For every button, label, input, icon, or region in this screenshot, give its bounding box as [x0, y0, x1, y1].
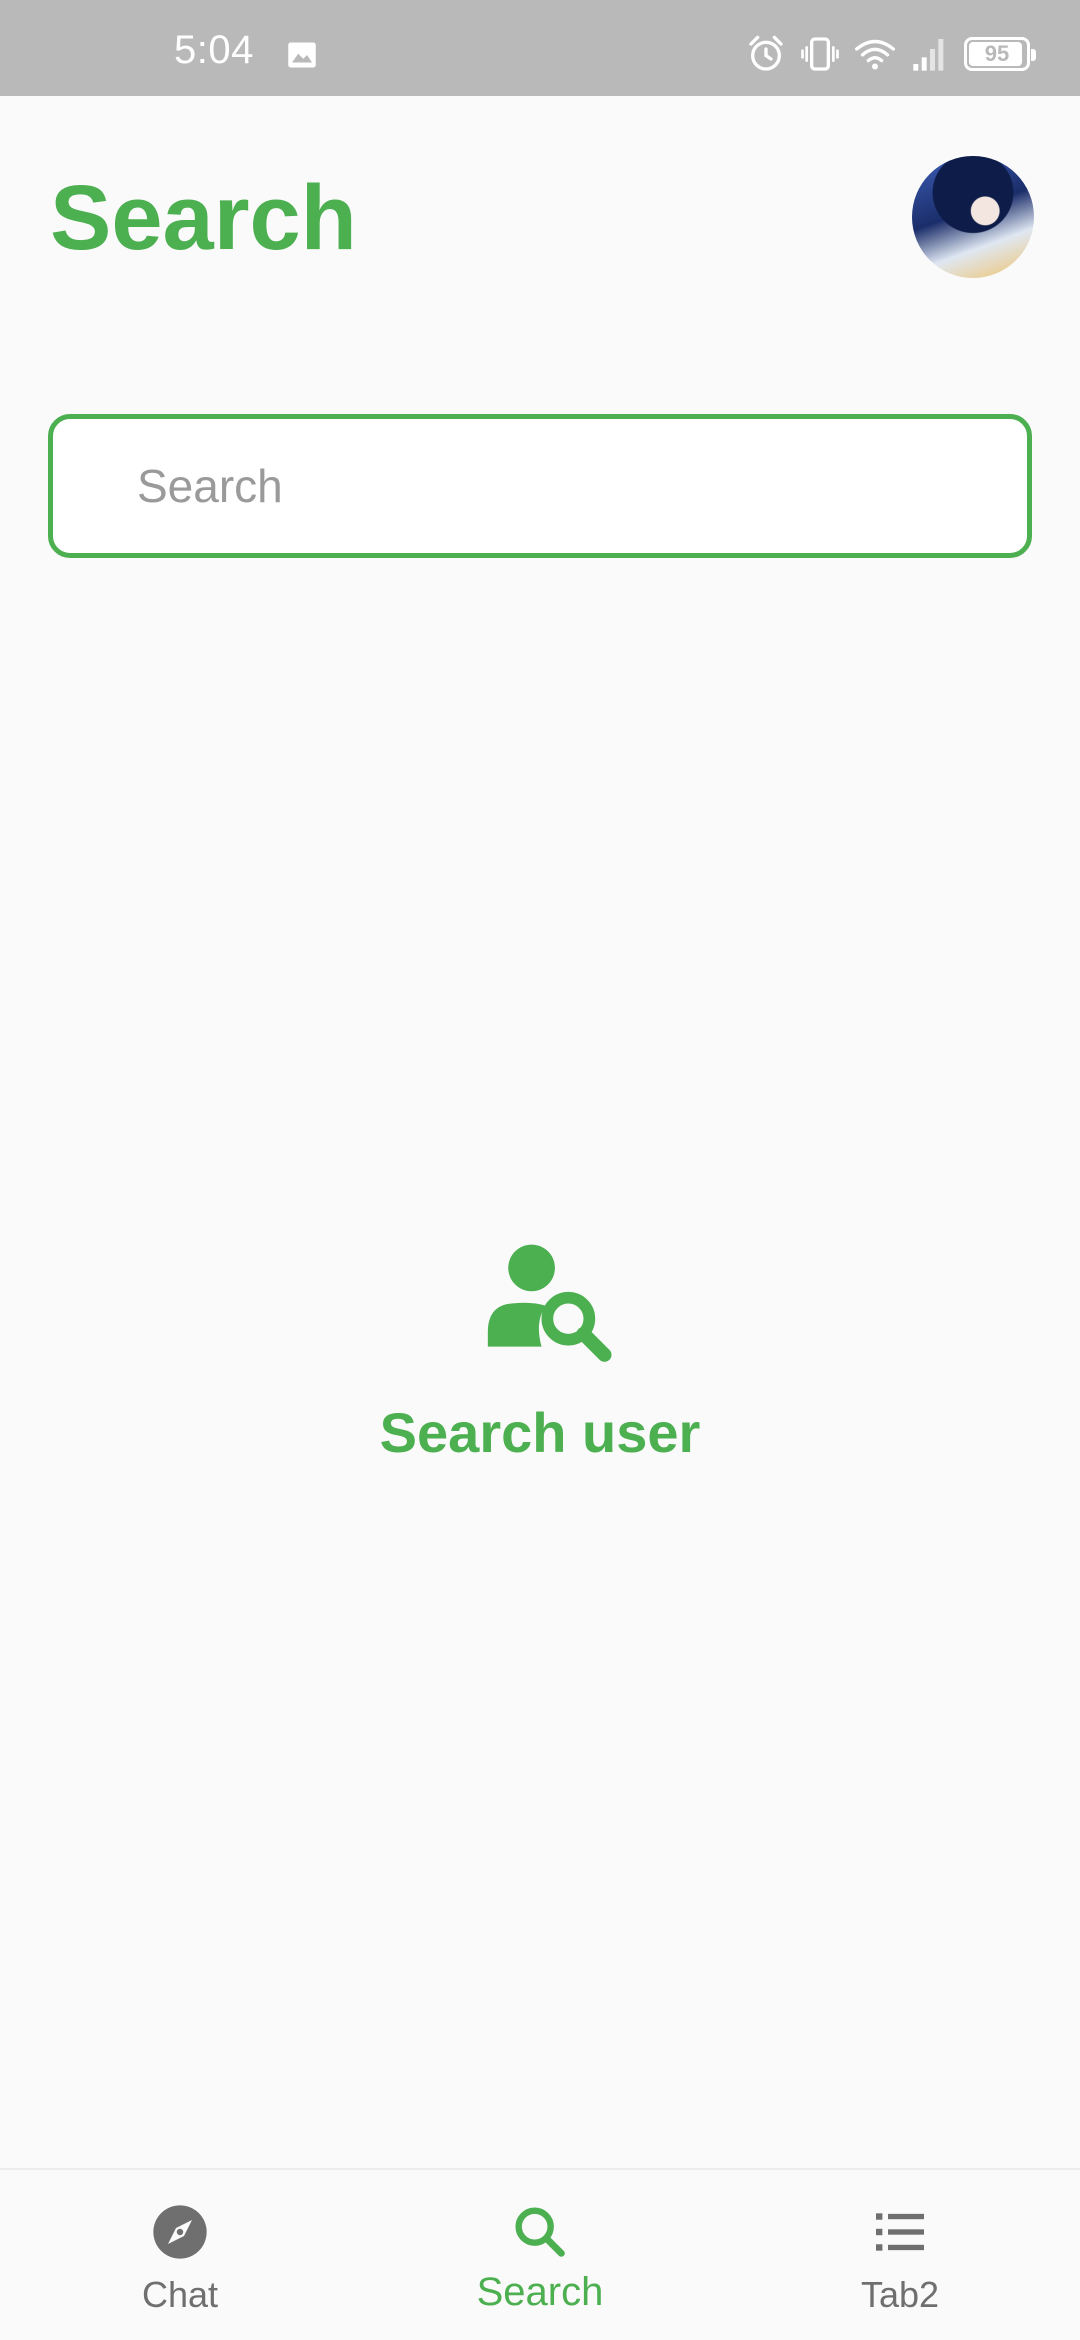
tab-tab2[interactable]: Tab2 — [720, 2170, 1080, 2340]
search-screen: 5:04 95 Search Search Search user Chat S… — [0, 0, 1080, 2340]
signal-icon — [913, 39, 944, 71]
battery-level: 95 — [984, 41, 1010, 66]
status-bar: 5:04 95 — [0, 0, 1080, 96]
vibrate-icon — [801, 37, 839, 71]
status-icons: 95 — [746, 32, 1036, 76]
person-search-icon — [487, 1244, 612, 1362]
tab-tab2-label: Tab2 — [860, 2274, 940, 2315]
empty-state: Search user — [0, 1230, 1080, 1465]
avatar[interactable] — [912, 156, 1034, 278]
tab-search[interactable]: Search — [360, 2170, 720, 2340]
tab-search-label: Search — [476, 2270, 604, 2314]
tab-chat-label: Chat — [141, 2274, 219, 2315]
gallery-icon — [288, 42, 316, 68]
search-input[interactable] — [137, 419, 997, 553]
compass-icon — [153, 2205, 207, 2259]
list-icon — [876, 2213, 924, 2251]
search-icon — [515, 2207, 565, 2257]
bottom-navigation: Chat Search Tab2 — [0, 2168, 1080, 2340]
alarm-icon — [749, 35, 783, 71]
wifi-icon — [855, 39, 895, 70]
page-title: Search — [50, 167, 357, 269]
tab-chat[interactable]: Chat — [0, 2170, 360, 2340]
search-field[interactable] — [48, 414, 1032, 558]
battery-icon: 95 — [964, 37, 1036, 71]
status-time: 5:04 — [174, 28, 254, 72]
empty-state-label: Search user — [379, 1401, 701, 1464]
